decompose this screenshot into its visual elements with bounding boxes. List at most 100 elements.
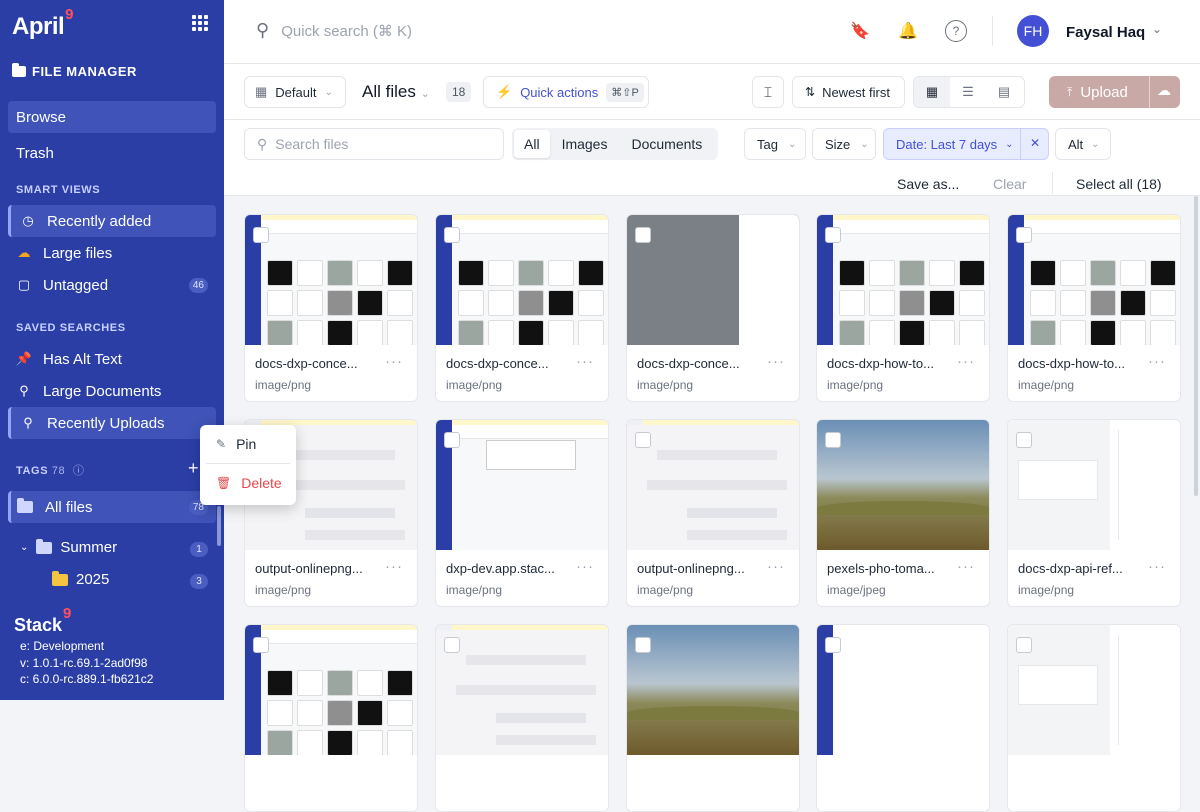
chevron-down-icon[interactable]: ⌄ bbox=[20, 542, 28, 553]
file-card[interactable]: docs-dxp-how-to... image/png ··· bbox=[816, 214, 990, 402]
segment-all[interactable]: All bbox=[514, 130, 550, 158]
main-scrollbar[interactable] bbox=[1194, 196, 1198, 496]
select-checkbox[interactable] bbox=[1016, 227, 1032, 243]
size-filter[interactable]: Size ⌄ bbox=[812, 128, 876, 160]
file-thumbnail[interactable] bbox=[436, 420, 608, 550]
select-checkbox[interactable] bbox=[825, 637, 841, 653]
app-logo[interactable]: April9 bbox=[12, 6, 74, 41]
saved-search-recently-uploads[interactable]: ⚲ Recently Uploads bbox=[8, 407, 216, 439]
help-icon[interactable]: ? bbox=[945, 20, 967, 42]
select-checkbox[interactable] bbox=[253, 227, 269, 243]
select-checkbox[interactable] bbox=[1016, 637, 1032, 653]
file-thumbnail[interactable] bbox=[627, 625, 799, 755]
file-card[interactable] bbox=[816, 624, 990, 812]
more-icon[interactable]: ··· bbox=[767, 558, 785, 575]
saved-search-large-documents[interactable]: ⚲ Large Documents bbox=[8, 375, 216, 407]
select-checkbox[interactable] bbox=[253, 637, 269, 653]
file-thumbnail[interactable] bbox=[817, 625, 989, 755]
file-thumbnail[interactable] bbox=[1008, 215, 1180, 345]
file-thumbnail[interactable] bbox=[436, 625, 608, 755]
select-checkbox[interactable] bbox=[444, 227, 460, 243]
file-card[interactable]: dxp-dev.app.stac... image/png ··· bbox=[435, 419, 609, 607]
file-thumbnail[interactable] bbox=[627, 215, 799, 345]
file-card[interactable]: output-onlinepng... image/png ··· bbox=[626, 419, 800, 607]
smart-view-untagged[interactable]: ▢ Untagged 46 bbox=[8, 269, 216, 301]
alt-filter[interactable]: Alt ⌄ bbox=[1055, 128, 1111, 160]
saved-search-has-alt-text[interactable]: 📌 Has Alt Text bbox=[8, 343, 216, 375]
tree-summer[interactable]: ⌄ Summer 1 bbox=[20, 538, 216, 557]
file-card[interactable] bbox=[435, 624, 609, 812]
file-thumbnail[interactable] bbox=[436, 215, 608, 345]
apps-grid-icon[interactable] bbox=[192, 15, 208, 31]
file-thumbnail[interactable] bbox=[817, 215, 989, 345]
segment-documents[interactable]: Documents bbox=[619, 130, 714, 158]
bell-icon[interactable]: 🔔 bbox=[897, 20, 919, 42]
more-icon[interactable]: ··· bbox=[385, 558, 403, 575]
select-all-button[interactable]: Select all (18) bbox=[1076, 176, 1162, 192]
text-cursor-icon[interactable]: ⌶ bbox=[752, 76, 784, 108]
search-files-input[interactable]: ⚲ Search files bbox=[244, 128, 504, 160]
cloud-upload-icon[interactable]: ☁ bbox=[1157, 82, 1171, 99]
more-icon[interactable]: ··· bbox=[957, 353, 975, 370]
file-card[interactable] bbox=[1007, 624, 1181, 812]
smart-view-recently-added[interactable]: ◷ Recently added bbox=[8, 205, 216, 237]
select-checkbox[interactable] bbox=[635, 637, 651, 653]
add-tag-icon[interactable]: + bbox=[188, 458, 199, 479]
select-checkbox[interactable] bbox=[825, 227, 841, 243]
select-checkbox[interactable] bbox=[444, 637, 460, 653]
more-icon[interactable]: ··· bbox=[957, 558, 975, 575]
chevron-down-icon[interactable]: ⌄ bbox=[1152, 22, 1162, 36]
folder-title-select[interactable]: All files ⌄ bbox=[362, 82, 430, 102]
quick-search[interactable]: ⚲ Quick search (⌘ K) bbox=[256, 20, 412, 41]
file-card[interactable]: docs-dxp-conce... image/png ··· bbox=[244, 214, 418, 402]
file-thumbnail[interactable] bbox=[1008, 420, 1180, 550]
more-icon[interactable]: ··· bbox=[576, 558, 594, 575]
user-name[interactable]: Faysal Haq bbox=[1066, 24, 1145, 41]
tag-filter[interactable]: Tag ⌄ bbox=[744, 128, 806, 160]
nav-browse[interactable]: Browse bbox=[8, 101, 216, 133]
file-thumbnail[interactable] bbox=[245, 215, 417, 345]
save-as-button[interactable]: Save as... bbox=[897, 176, 959, 192]
select-checkbox[interactable] bbox=[825, 432, 841, 448]
sidebar-scrollbar[interactable] bbox=[217, 506, 221, 546]
file-card[interactable]: docs-dxp-api-ref... image/png ··· bbox=[1007, 419, 1181, 607]
select-checkbox[interactable] bbox=[444, 432, 460, 448]
tree-all-files[interactable]: All files 78 bbox=[8, 491, 216, 523]
file-card[interactable]: docs-dxp-how-to... image/png ··· bbox=[1007, 214, 1181, 402]
more-icon[interactable]: ··· bbox=[767, 353, 785, 370]
bookmark-icon[interactable]: 🔖 bbox=[849, 20, 871, 42]
list-view-icon[interactable]: ☰ bbox=[950, 84, 986, 100]
file-card[interactable] bbox=[244, 624, 418, 812]
segment-images[interactable]: Images bbox=[550, 130, 620, 158]
more-icon[interactable]: ··· bbox=[1148, 353, 1166, 370]
table-view-icon[interactable]: ▤ bbox=[986, 84, 1022, 100]
file-card[interactable]: docs-dxp-conce... image/png ··· bbox=[435, 214, 609, 402]
grid-view-icon[interactable]: ▦ bbox=[914, 77, 950, 107]
quick-actions-button[interactable]: ⚡ Quick actions ⌘⇧P bbox=[483, 76, 649, 108]
avatar[interactable]: FH bbox=[1017, 15, 1049, 47]
file-thumbnail[interactable] bbox=[627, 420, 799, 550]
date-filter[interactable]: Date: Last 7 days ⌄ ✕ bbox=[883, 128, 1049, 160]
menu-pin[interactable]: ✎ Pin bbox=[200, 425, 296, 463]
file-thumbnail[interactable] bbox=[817, 420, 989, 550]
clear-button[interactable]: Clear bbox=[993, 176, 1026, 192]
file-card[interactable]: docs-dxp-conce... image/png ··· bbox=[626, 214, 800, 402]
sort-button[interactable]: ⇅ Newest first bbox=[792, 76, 905, 108]
menu-delete[interactable]: 🗑 Delete bbox=[200, 464, 296, 502]
select-checkbox[interactable] bbox=[635, 227, 651, 243]
file-thumbnail[interactable] bbox=[1008, 625, 1180, 755]
more-icon[interactable]: ··· bbox=[385, 353, 403, 370]
select-checkbox[interactable] bbox=[635, 432, 651, 448]
file-card[interactable] bbox=[626, 624, 800, 812]
smart-view-large-files[interactable]: ☁ Large files bbox=[8, 237, 216, 269]
more-icon[interactable]: ··· bbox=[576, 353, 594, 370]
tree-2025[interactable]: 2025 3 bbox=[52, 570, 216, 589]
close-icon[interactable]: ✕ bbox=[1030, 136, 1040, 150]
view-select[interactable]: ▦ Default ⌄ bbox=[244, 76, 346, 108]
select-checkbox[interactable] bbox=[1016, 432, 1032, 448]
file-card[interactable]: pexels-pho-toma... image/jpeg ··· bbox=[816, 419, 990, 607]
nav-trash[interactable]: Trash bbox=[8, 137, 216, 169]
more-icon[interactable]: ··· bbox=[1148, 558, 1166, 575]
file-thumbnail[interactable] bbox=[245, 625, 417, 755]
upload-button[interactable]: ⤒ Upload ☁ bbox=[1049, 76, 1180, 108]
